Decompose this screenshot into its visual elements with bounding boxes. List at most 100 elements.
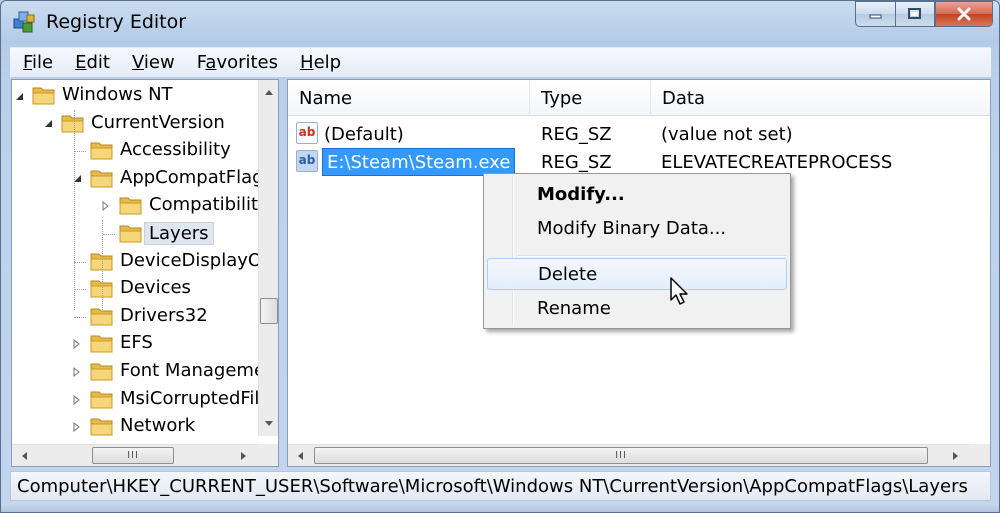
expanded-arrow-icon[interactable] [12,89,26,103]
tree-item-label: Accessibility [120,139,231,161]
value-name-selected[interactable]: E:\Steam\Steam.exe [322,148,516,176]
tree-item[interactable]: CurrentVersion [12,110,260,137]
scroll-down-arrow-icon[interactable] [259,414,278,434]
scroll-right-arrow-icon[interactable] [946,446,966,466]
column-name-header[interactable]: Name [288,80,530,116]
tree-item[interactable]: Compatibility [12,192,269,219]
window-title: Registry Editor [46,11,187,33]
tree-vertical-scroll-thumb[interactable] [260,298,278,324]
column-type-header[interactable]: Type [530,80,651,116]
expanded-arrow-icon[interactable] [70,172,84,186]
folder-icon [90,167,114,189]
tree-connector [74,151,86,153]
menu-help[interactable]: Help [289,52,352,73]
tree-item[interactable]: Layers [12,220,260,247]
value-name: E:\Steam\Steam.exe [327,151,511,173]
tree-item-label: Font Management [120,360,279,381]
tree-item-label: CurrentVersion [91,111,225,133]
tree-vertical-scrollbar[interactable] [258,80,278,436]
tree-item[interactable]: Font Management [12,358,278,385]
menu-label: elp [313,52,342,73]
folder-icon [61,112,85,134]
close-button[interactable] [935,1,993,27]
folder-icon [90,360,114,382]
column-data-header[interactable]: Data [651,80,990,116]
folder-icon [32,84,56,106]
value-name: (Default) [324,123,404,145]
menu-item-modify-binary-data[interactable]: Modify Binary Data... [487,212,787,244]
scroll-left-arrow-icon[interactable] [290,446,310,466]
tree-item-label: Drivers32 [120,304,208,326]
maximize-button[interactable] [895,1,935,27]
window-controls [855,1,993,27]
value-type: REG_SZ [541,123,612,145]
collapsed-arrow-icon[interactable] [99,199,113,213]
collapsed-arrow-icon[interactable] [70,337,84,351]
tree-item[interactable]: Devices [12,275,260,302]
collapsed-arrow-icon[interactable] [70,393,84,407]
scroll-left-arrow-icon[interactable] [14,446,34,466]
menu-label: iew [143,52,175,73]
tree-connector [74,289,86,291]
tree-item[interactable]: Drivers32 [12,303,260,330]
menu-label: vorites [216,52,279,73]
key-tree-pane[interactable]: Windows NT CurrentVersion Accessibility App… [11,79,279,467]
menu-edit[interactable]: Edit [64,52,121,73]
maximize-icon [908,8,921,19]
tree-connector [74,316,86,318]
tree-item[interactable]: Network [12,413,260,440]
value-type: REG_SZ [541,151,612,173]
scroll-right-arrow-icon[interactable] [234,446,254,466]
folder-icon [119,222,143,244]
menu-view[interactable]: View [121,52,186,73]
menu-favorites[interactable]: Favorites [186,52,289,73]
tree-connector [74,261,86,263]
value-row-steam[interactable]: ab E:\Steam\Steam.exe REG_SZ ELEVATECREA… [288,148,990,176]
menu-separator [518,255,786,257]
string-value-icon: ab [296,150,318,172]
column-header: Name Type Data [288,80,990,116]
list-horizontal-scrollbar[interactable]: III [288,444,970,466]
menu-bar: File Edit View Favorites Help [10,47,991,77]
menu-item-delete[interactable]: Delete [487,258,787,290]
folder-icon [90,388,114,410]
tree-connector [74,110,75,310]
string-value-icon: ab [296,122,318,144]
scroll-up-arrow-icon[interactable] [259,82,278,102]
folder-icon [90,332,114,354]
tree-item[interactable]: Windows NT [12,82,260,109]
menu-file[interactable]: File [10,52,64,73]
menu-mnemonic: H [300,52,314,73]
value-data: ELEVATECREATEPROCESS [661,151,893,173]
tree-connector [102,220,103,310]
tree-horizontal-scroll-thumb[interactable]: III [92,447,174,464]
tree-item-label: Network [120,415,196,437]
tree-item-label: Compatibility [149,194,269,216]
tree-item-label: Windows NT [62,84,173,105]
tree-item[interactable]: Accessibility [12,137,260,164]
list-horizontal-scroll-thumb[interactable]: III [314,447,928,464]
folder-icon [119,194,143,216]
current-key-path: Computer\HKEY_CURRENT_USER\Software\Micr… [17,475,968,497]
tree-item[interactable]: MsiCorruptedFileRecovery [12,386,278,413]
tree-item[interactable]: DeviceDisplayObjects [12,248,278,275]
collapsed-arrow-icon[interactable] [70,420,84,434]
registry-editor-icon [13,11,35,33]
minimize-icon [869,14,881,19]
scroll-corner [970,444,990,466]
expanded-arrow-icon[interactable] [41,117,55,131]
tree-item-label: MsiCorruptedFileRecovery [120,387,278,409]
menu-item-modify[interactable]: Modify... [487,178,787,210]
folder-icon [90,139,114,161]
tree-horizontal-scrollbar[interactable]: III [12,444,258,466]
minimize-button[interactable] [855,1,895,27]
menu-item-rename[interactable]: Rename [487,292,787,324]
title-bar[interactable]: Registry Editor [1,1,999,45]
tree-item[interactable]: AppCompatFlags [12,165,273,192]
value-data: (value not set) [661,123,793,145]
menu-label: ile [32,52,54,73]
collapsed-arrow-icon[interactable] [70,365,84,379]
tree-item[interactable]: EFS [12,330,260,357]
context-menu: Modify... Modify Binary Data... Delete R… [483,173,791,329]
value-row-default[interactable]: ab (Default) REG_SZ (value not set) [288,120,990,148]
